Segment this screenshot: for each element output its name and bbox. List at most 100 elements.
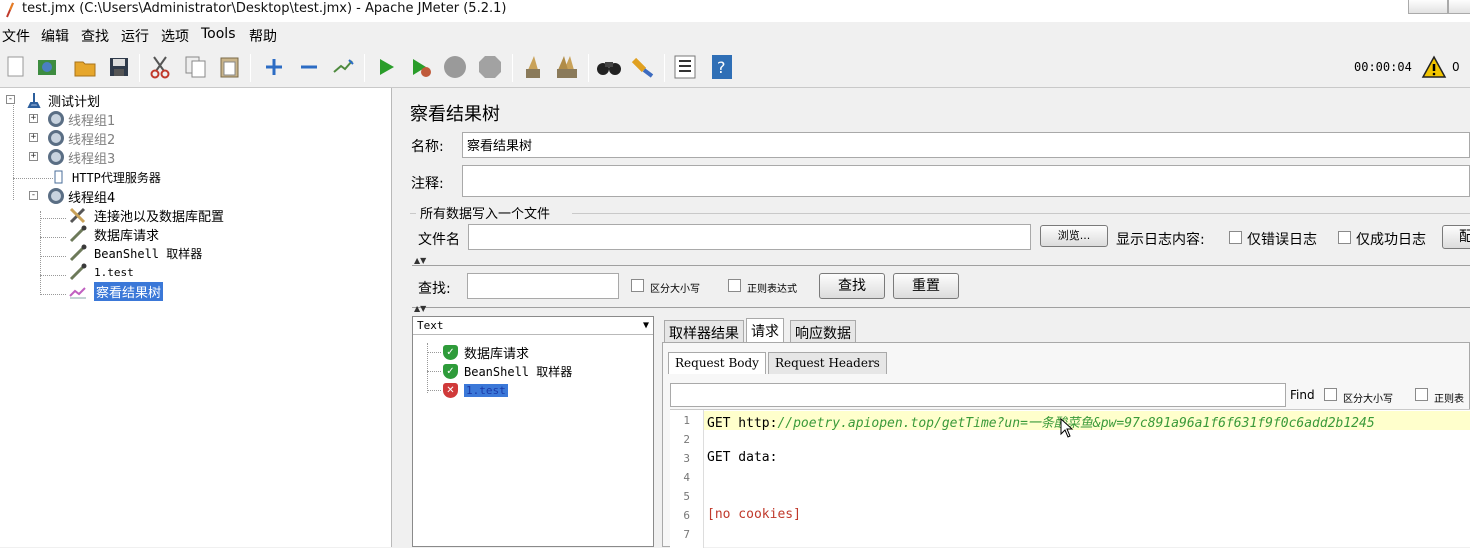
search-button[interactable]: 查找 [819,273,885,299]
tab-request[interactable]: 请求 [746,318,784,342]
tree-expand-group2[interactable]: + [29,133,38,142]
tree-node-db-request[interactable]: 数据库请求 [68,225,159,244]
regex-checkbox[interactable] [728,279,741,292]
tree-node-connection-config[interactable]: 连接池以及数据库配置 [68,206,224,225]
tree-node-http-proxy[interactable]: HTTP代理服务器 [50,168,161,186]
sampler-pipette-icon [69,244,87,262]
name-field[interactable]: 察看结果树 [462,132,1470,158]
menu-search[interactable]: 查找 [81,26,109,46]
find-regex-checkbox[interactable] [1415,388,1428,401]
reset-button[interactable]: 重置 [893,273,959,299]
line-number: 1 [683,414,690,427]
request-body-editor[interactable]: 1 2 3 4 5 6 7 GET http://poetry.apiopen.… [670,409,1470,548]
success-icon: ✓ [443,363,458,379]
new-icon[interactable] [3,54,29,80]
start-icon[interactable] [373,54,399,80]
tree-node-beanshell-sampler[interactable]: BeanShell 取样器 [68,244,202,262]
line-number: 3 [683,452,690,465]
case-sensitive-checkbox[interactable] [631,279,644,292]
panel-title: 察看结果树 [410,104,500,125]
open-icon[interactable] [72,54,98,80]
clear-icon[interactable] [519,54,545,80]
warning-count: 0 [1452,60,1460,74]
splitter-arrows-2[interactable]: ▲▼ [414,304,426,313]
tree-expand-group1[interactable]: + [29,114,38,123]
code-line-6-text: [no cookies] [707,507,801,522]
find-label: Find [1290,388,1315,402]
stop-icon[interactable] [442,54,468,80]
result-label: BeanShell 取样器 [464,364,573,379]
clear-all-icon[interactable] [554,54,580,80]
menu-file[interactable]: 文件 [2,26,30,46]
maximize-button[interactable] [1448,0,1470,14]
filename-field[interactable] [468,224,1031,250]
renderer-select[interactable]: Text ▼ [413,317,653,335]
line-number: 4 [683,471,690,484]
result-label: 1.test [464,383,508,397]
copy-icon[interactable] [183,54,209,80]
browse-button[interactable]: 浏览... [1040,225,1108,247]
result-item-selected[interactable]: ✕ 1.test [427,381,508,399]
tree-node-thread-group-3[interactable]: 线程组3 [48,148,116,167]
results-list: Text ▼ ✓ 数据库请求 ✓ BeanShell 取样器 ✕ 1.test [412,316,654,547]
expand-icon[interactable] [261,54,287,80]
log-content-label: 显示日志内容: [1116,232,1205,248]
tab-sampler-result[interactable]: 取样器结果 [664,320,744,342]
subtab-request-body[interactable]: Request Body [668,352,766,374]
result-item[interactable]: ✓ 数据库请求 [427,343,529,362]
tree-node-thread-group-1[interactable]: 线程组1 [48,110,115,129]
thread-group-icon [48,111,64,127]
tree-collapse-root[interactable]: - [6,95,15,104]
menu-run[interactable]: 运行 [121,26,149,46]
line-number: 7 [683,528,690,541]
paste-icon[interactable] [217,54,243,80]
find-field[interactable] [670,383,1286,407]
minimize-button[interactable] [1408,0,1448,14]
subtab-request-headers[interactable]: Request Headers [768,352,887,374]
help-icon[interactable]: ? [709,54,735,80]
success-only-label: 仅成功日志 [1356,232,1426,248]
menu-options[interactable]: 选项 [161,26,189,46]
svg-text:?: ? [717,58,726,77]
tab-response-data[interactable]: 响应数据 [790,320,856,342]
menu-tools[interactable]: Tools [201,26,236,42]
errors-only-label: 仅错误日志 [1247,232,1317,248]
file-section-title: 所有数据写入一个文件 [420,207,551,222]
code-line-3: GET data: [707,450,778,465]
reset-search-icon[interactable] [630,54,656,80]
toolbar: ? 00:00:04 0 [0,48,1470,88]
view-results-tree-panel: 察看结果树 名称: 察看结果树 注释: 所有数据写入一个文件 文件名 浏览...… [400,88,1470,548]
tree-node-thread-group-2[interactable]: 线程组2 [48,129,115,148]
cut-icon[interactable] [147,54,173,80]
tree-expand-group3[interactable]: + [29,152,38,161]
function-helper-icon[interactable] [672,54,698,80]
menu-edit[interactable]: 编辑 [41,26,69,46]
templates-icon[interactable] [35,54,61,80]
search-field[interactable] [467,273,619,299]
toggle-icon[interactable] [330,54,356,80]
detail-tabs: 取样器结果 请求 响应数据 [664,318,1470,342]
result-item[interactable]: ✓ BeanShell 取样器 [427,362,572,380]
tree-node-view-results-tree[interactable]: 察看结果树 [68,281,164,301]
tree-node-thread-group-4[interactable]: 线程组4 [48,187,115,206]
tree-collapse-group4[interactable]: - [29,191,38,200]
start-no-pause-icon[interactable] [408,54,434,80]
warning-icon[interactable] [1421,54,1447,80]
shutdown-icon[interactable] [477,54,503,80]
search-label: 查找: [418,281,451,297]
splitter-arrows[interactable]: ▲▼ [414,256,426,265]
tree-node-1-test[interactable]: 1.test [68,263,134,281]
success-only-checkbox[interactable] [1338,231,1351,244]
tree-label: 线程组3 [68,151,116,167]
comment-field[interactable] [462,165,1470,197]
tree-node-test-plan[interactable]: 测试计划 [26,91,100,110]
find-case-checkbox[interactable] [1324,388,1337,401]
errors-only-checkbox[interactable] [1229,231,1242,244]
search-icon[interactable] [596,54,622,80]
collapse-icon[interactable] [296,54,322,80]
configure-button[interactable]: 配 [1442,225,1470,249]
line-number: 5 [683,490,690,503]
menu-help[interactable]: 帮助 [249,26,277,46]
save-icon[interactable] [106,54,132,80]
tree-label: 1.test [94,265,134,279]
